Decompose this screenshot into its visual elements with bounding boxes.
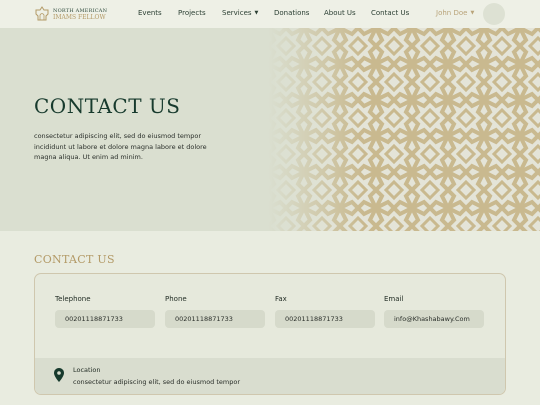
section-title: CONTACT US bbox=[34, 253, 115, 266]
avatar[interactable] bbox=[483, 3, 505, 25]
telephone-field: Telephone 00201118871733 bbox=[55, 295, 155, 328]
hero-banner: CONTACT US consectetur adipiscing elit, … bbox=[0, 28, 540, 231]
chevron-down-icon: ▼ bbox=[470, 10, 475, 16]
fax-value[interactable]: 00201118871733 bbox=[275, 310, 375, 328]
nav-events[interactable]: Events bbox=[138, 9, 162, 17]
location-text: consectetur adipiscing elit, sed do eius… bbox=[73, 378, 241, 386]
email-field: Email info@Khashabawy.Com bbox=[384, 295, 484, 328]
user-menu[interactable]: John Doe ▼ bbox=[436, 9, 474, 17]
contact-card: Telephone 00201118871733 Phone 002011188… bbox=[34, 273, 506, 395]
location-row: Location consectetur adipiscing elit, se… bbox=[35, 358, 505, 394]
location-label: Location bbox=[73, 366, 101, 374]
nav-donations[interactable]: Donations bbox=[274, 9, 309, 17]
nav-contact-us[interactable]: Contact Us bbox=[371, 9, 409, 17]
logo-text-bottom: IMAMS FELLOW bbox=[53, 14, 106, 21]
location-pin-icon bbox=[54, 368, 64, 382]
email-value[interactable]: info@Khashabawy.Com bbox=[384, 310, 484, 328]
page-title: CONTACT US bbox=[34, 94, 181, 118]
nav-projects[interactable]: Projects bbox=[178, 9, 206, 17]
logo[interactable]: NORTH AMERICAN IMAMS FELLOW bbox=[34, 6, 114, 23]
fax-label: Fax bbox=[275, 295, 287, 303]
user-name: John Doe bbox=[436, 9, 468, 17]
logo-mark-icon bbox=[35, 6, 49, 21]
nav-services-label: Services bbox=[222, 9, 252, 17]
telephone-value[interactable]: 00201118871733 bbox=[55, 310, 155, 328]
nav-about-us[interactable]: About Us bbox=[324, 9, 356, 17]
chevron-down-icon: ▼ bbox=[254, 10, 259, 16]
top-nav: NORTH AMERICAN IMAMS FELLOW Events Proje… bbox=[0, 0, 540, 28]
phone-label: Phone bbox=[165, 295, 187, 303]
telephone-label: Telephone bbox=[55, 295, 91, 303]
fax-field: Fax 00201118871733 bbox=[275, 295, 375, 328]
phone-field: Phone 00201118871733 bbox=[165, 295, 265, 328]
geometric-pattern bbox=[268, 28, 540, 231]
nav-services[interactable]: Services ▼ bbox=[222, 9, 258, 17]
hero-description: consectetur adipiscing elit, sed do eius… bbox=[34, 132, 207, 161]
email-label: Email bbox=[384, 295, 404, 303]
phone-value[interactable]: 00201118871733 bbox=[165, 310, 265, 328]
